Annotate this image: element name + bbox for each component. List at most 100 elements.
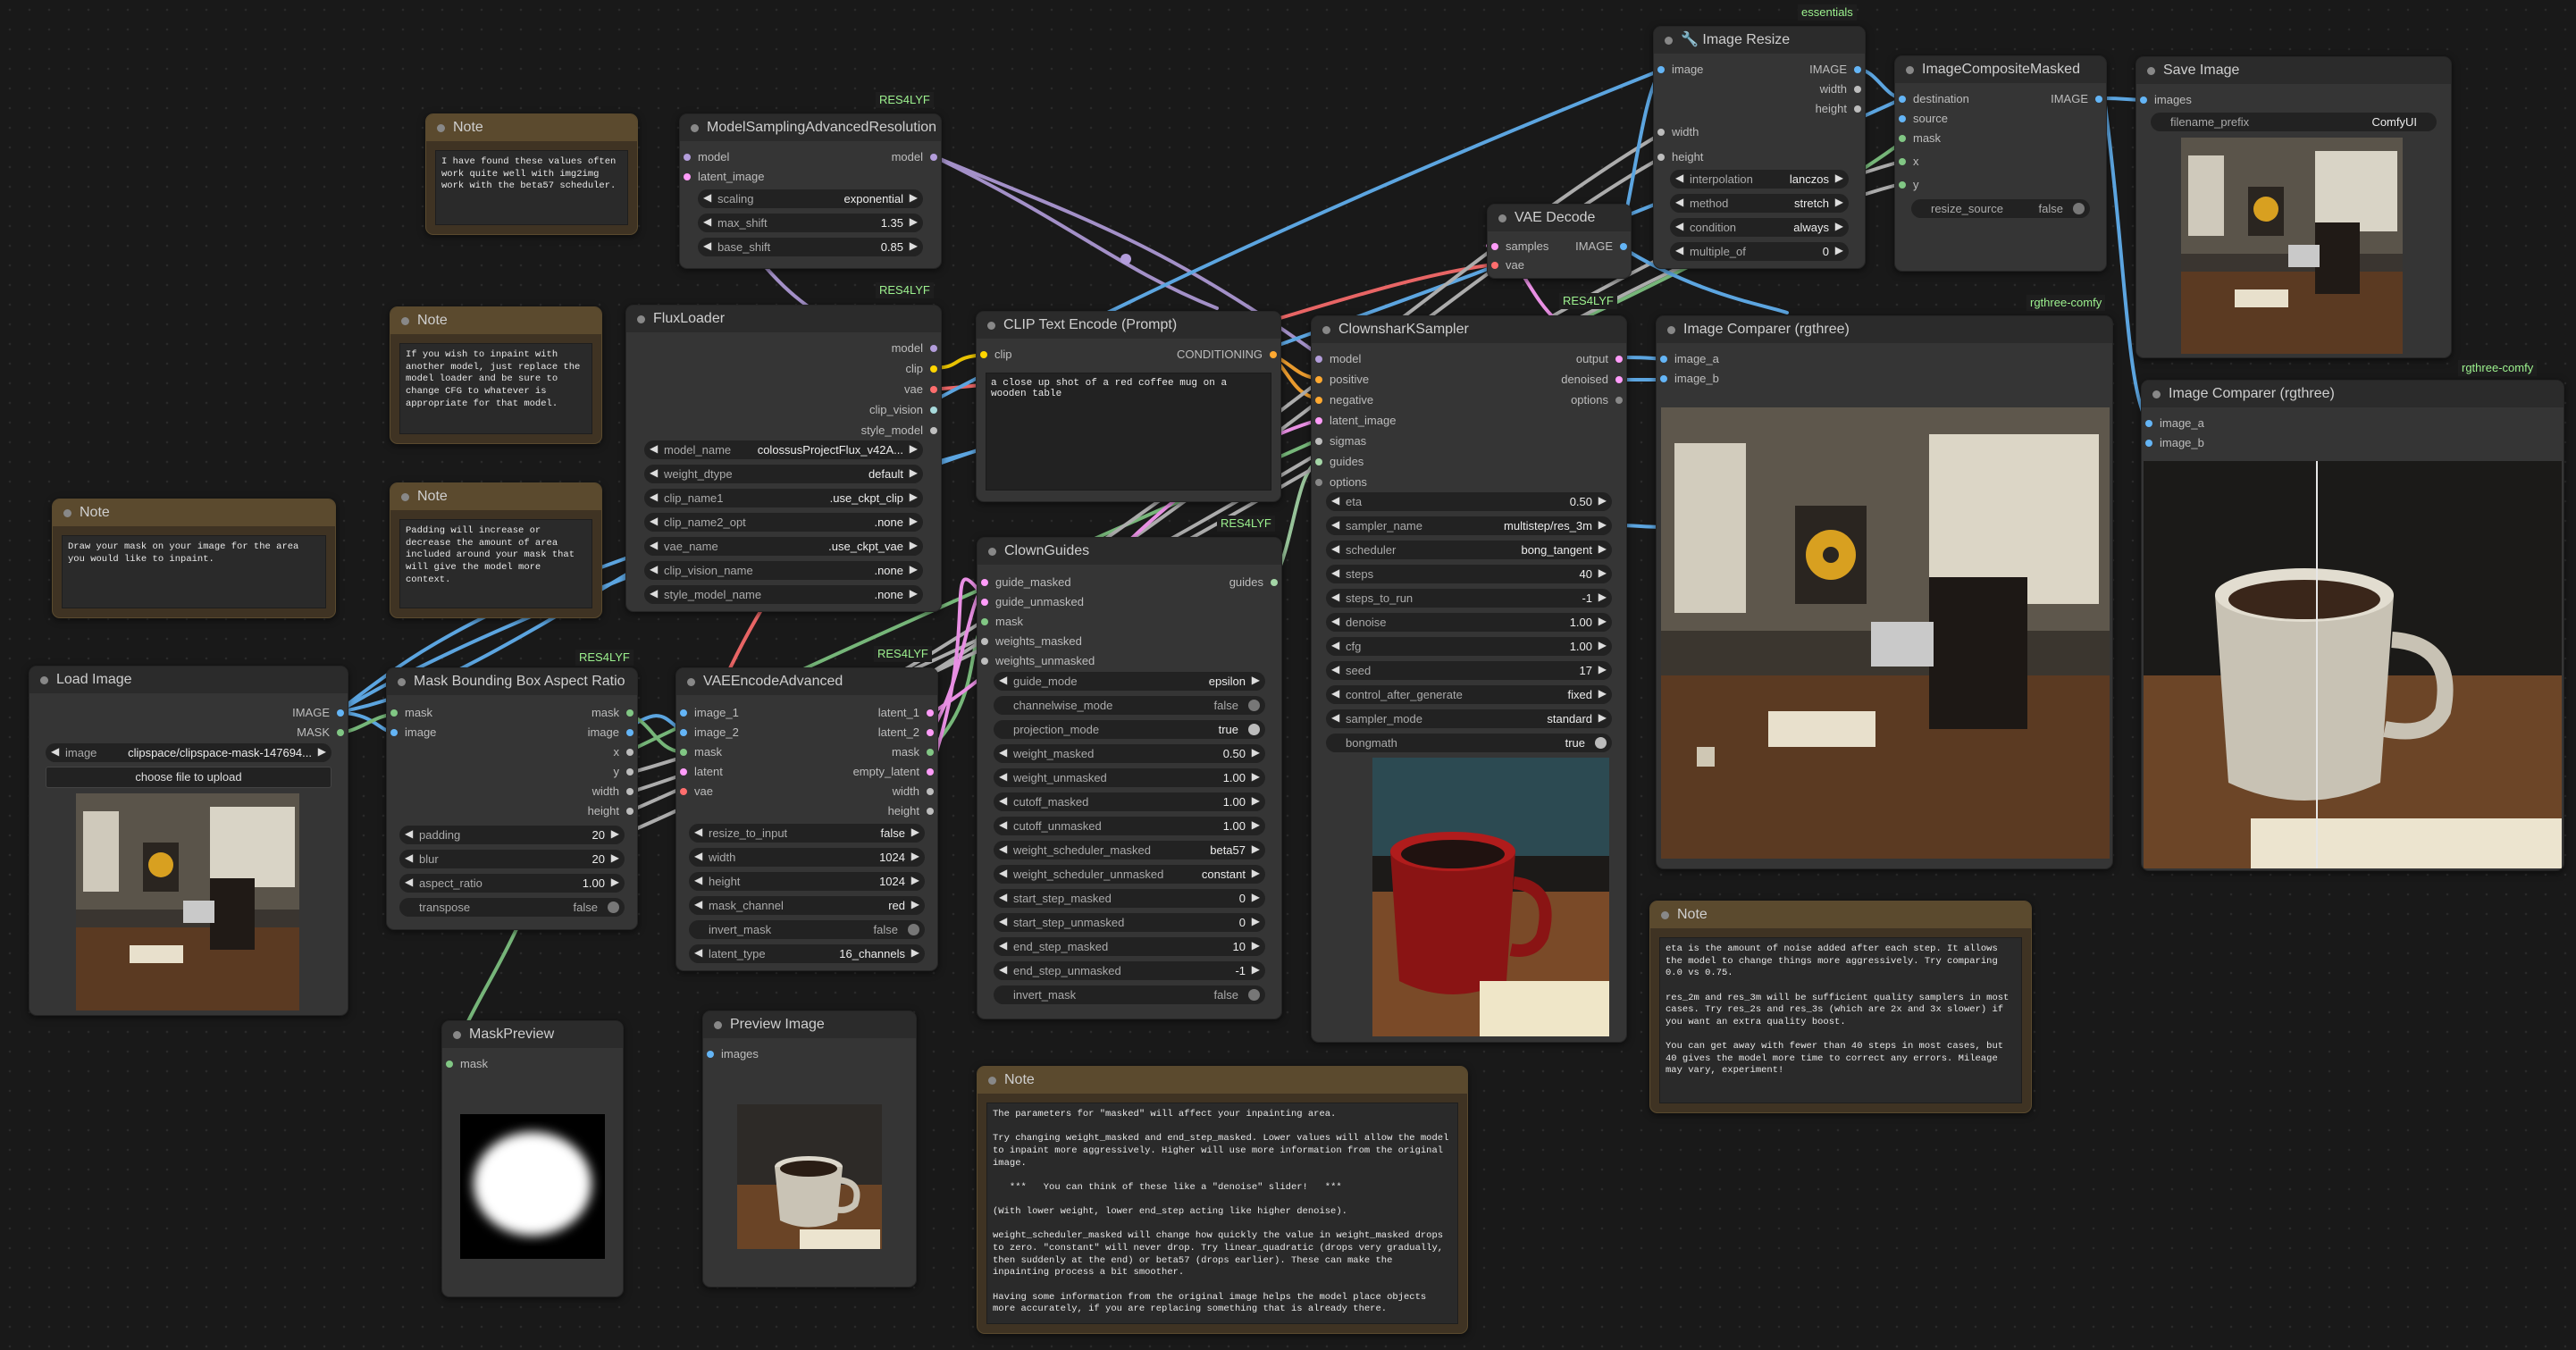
arrow-left-icon[interactable]: ◀ bbox=[999, 939, 1007, 952]
widget-scaling[interactable]: ◀ scaling exponential ▶ bbox=[698, 189, 923, 208]
input-image-b[interactable]: image_b bbox=[1657, 372, 1719, 386]
mask-bbox-node[interactable]: Mask Bounding Box Aspect Ratio mask imag… bbox=[386, 667, 638, 930]
widget-condition[interactable]: ◀ condition always ▶ bbox=[1670, 218, 1849, 237]
upload-button[interactable]: choose file to upload bbox=[46, 767, 331, 788]
arrow-right-icon[interactable]: ▶ bbox=[1252, 770, 1260, 783]
arrow-left-icon[interactable]: ◀ bbox=[1675, 220, 1683, 232]
input-weights-masked[interactable]: weights_masked bbox=[978, 634, 1082, 649]
arrow-left-icon[interactable]: ◀ bbox=[999, 891, 1007, 903]
node-title[interactable]: CLIP Text Encode (Prompt) bbox=[977, 312, 1280, 339]
arrow-right-icon[interactable]: ▶ bbox=[911, 874, 919, 886]
note-node[interactable]: Note eta is the amount of noise added af… bbox=[1649, 901, 2032, 1113]
output-denoised[interactable]: denoised bbox=[1561, 373, 1626, 387]
node-title[interactable]: Preview Image bbox=[703, 1011, 916, 1038]
arrow-right-icon[interactable]: ▶ bbox=[910, 466, 918, 479]
widget-weight-scheduler-masked[interactable]: ◀ weight_scheduler_masked beta57 ▶ bbox=[994, 841, 1265, 859]
widget-steps-to-run[interactable]: ◀ steps_to_run -1 ▶ bbox=[1326, 589, 1612, 608]
note-node[interactable]: Note If you wish to inpaint with another… bbox=[390, 306, 602, 444]
collapse-dot-icon[interactable] bbox=[1661, 911, 1669, 919]
arrow-left-icon[interactable]: ◀ bbox=[650, 587, 658, 600]
note-text[interactable]: Padding will increase or decrease the am… bbox=[399, 519, 592, 608]
node-title[interactable]: ModelSamplingAdvancedResolution bbox=[680, 114, 941, 141]
widget-weight-scheduler-unmasked[interactable]: ◀ weight_scheduler_unmasked constant ▶ bbox=[994, 865, 1265, 884]
collapse-dot-icon[interactable] bbox=[687, 678, 695, 686]
widget-start-step-unmasked[interactable]: ◀ start_step_unmasked 0 ▶ bbox=[994, 913, 1265, 932]
arrow-right-icon[interactable]: ▶ bbox=[910, 587, 918, 600]
note-text[interactable]: eta is the amount of noise added after e… bbox=[1659, 937, 2022, 1103]
save-image-node[interactable]: Save Image images filename_prefix ComfyUI bbox=[2135, 56, 2452, 358]
collapse-dot-icon[interactable] bbox=[40, 676, 48, 684]
toggle-knob-icon[interactable] bbox=[908, 924, 919, 935]
arrow-left-icon[interactable]: ◀ bbox=[694, 826, 702, 838]
input-images[interactable]: images bbox=[703, 1047, 759, 1061]
widget-guide-mode[interactable]: ◀ guide_mode epsilon ▶ bbox=[994, 672, 1265, 691]
arrow-left-icon[interactable]: ◀ bbox=[650, 563, 658, 575]
output-conditioning[interactable]: CONDITIONING bbox=[1177, 348, 1280, 362]
output-image[interactable]: IMAGE bbox=[1575, 239, 1631, 254]
output-options[interactable]: options bbox=[1571, 393, 1626, 407]
input-guides[interactable]: guides bbox=[1312, 455, 1364, 469]
output-style-model[interactable]: style_model bbox=[861, 423, 941, 438]
widget-clip-name2[interactable]: ◀ clip_name2_opt .none ▶ bbox=[644, 513, 923, 532]
input-images[interactable]: images bbox=[2136, 93, 2192, 107]
node-title[interactable]: Note bbox=[53, 499, 335, 526]
arrow-left-icon[interactable]: ◀ bbox=[51, 745, 59, 758]
arrow-right-icon[interactable]: ▶ bbox=[1835, 196, 1843, 208]
arrow-right-icon[interactable]: ▶ bbox=[910, 239, 918, 252]
vae-decode-node[interactable]: VAE Decode samples vae IMAGE bbox=[1487, 204, 1632, 279]
collapse-dot-icon[interactable] bbox=[1665, 37, 1673, 45]
widget-image[interactable]: ◀ image clipspace/clipspace-mask-147694...… bbox=[46, 743, 331, 762]
input-guide-masked[interactable]: guide_masked bbox=[978, 575, 1071, 590]
note-text[interactable]: Draw your mask on your image for the are… bbox=[62, 535, 326, 608]
input-width[interactable]: width bbox=[1654, 125, 1699, 139]
output-width[interactable]: width bbox=[592, 784, 637, 799]
collapse-dot-icon[interactable] bbox=[637, 315, 645, 323]
arrow-right-icon[interactable]: ▶ bbox=[1598, 639, 1607, 651]
node-title[interactable]: Image Comparer (rgthree) bbox=[2142, 381, 2563, 407]
node-title[interactable]: Note bbox=[390, 307, 601, 334]
node-title[interactable]: ClownsharKSampler bbox=[1312, 316, 1626, 343]
arrow-right-icon[interactable]: ▶ bbox=[1252, 818, 1260, 831]
node-title[interactable]: Save Image bbox=[2136, 57, 2451, 84]
node-title[interactable]: Note bbox=[978, 1067, 1467, 1094]
arrow-left-icon[interactable]: ◀ bbox=[1675, 172, 1683, 184]
input-options[interactable]: options bbox=[1312, 475, 1367, 490]
collapse-dot-icon[interactable] bbox=[453, 1031, 461, 1039]
toggle-knob-icon[interactable] bbox=[1248, 700, 1260, 711]
arrow-left-icon[interactable]: ◀ bbox=[1675, 244, 1683, 256]
image-composite-masked-node[interactable]: ImageCompositeMasked destination source … bbox=[1894, 55, 2107, 272]
arrow-left-icon[interactable]: ◀ bbox=[1331, 518, 1339, 531]
arrow-right-icon[interactable]: ▶ bbox=[611, 827, 619, 840]
input-negative[interactable]: negative bbox=[1312, 393, 1373, 407]
collapse-dot-icon[interactable] bbox=[1322, 326, 1330, 334]
input-mask[interactable]: mask bbox=[442, 1057, 488, 1071]
arrow-right-icon[interactable]: ▶ bbox=[1252, 939, 1260, 952]
toggle-knob-icon[interactable] bbox=[2073, 203, 2085, 214]
widget-invert-mask[interactable]: invert_mask false bbox=[689, 920, 925, 939]
collapse-dot-icon[interactable] bbox=[691, 124, 699, 132]
collapse-dot-icon[interactable] bbox=[437, 124, 445, 132]
arrow-left-icon[interactable]: ◀ bbox=[999, 843, 1007, 855]
input-latent[interactable]: latent bbox=[676, 765, 723, 779]
output-mask[interactable]: mask bbox=[592, 706, 637, 720]
output-height[interactable]: height bbox=[588, 804, 637, 818]
node-title[interactable]: ClownGuides bbox=[978, 538, 1281, 565]
arrow-right-icon[interactable]: ▶ bbox=[1252, 843, 1260, 855]
node-title[interactable]: VAEEncodeAdvanced bbox=[676, 668, 937, 695]
input-latent-image[interactable]: latent_image bbox=[680, 170, 764, 184]
toggle-knob-icon[interactable] bbox=[1248, 724, 1260, 735]
input-clip[interactable]: clip bbox=[977, 348, 1012, 362]
widget-cutoff-masked[interactable]: ◀ cutoff_masked 1.00 ▶ bbox=[994, 792, 1265, 811]
note-node[interactable]: Note Padding will increase or decrease t… bbox=[390, 482, 602, 618]
widget-start-step-masked[interactable]: ◀ start_step_masked 0 ▶ bbox=[994, 889, 1265, 908]
note-text[interactable]: The parameters for "masked" will affect … bbox=[986, 1103, 1458, 1324]
widget-height[interactable]: ◀ height 1024 ▶ bbox=[689, 872, 925, 891]
arrow-left-icon[interactable]: ◀ bbox=[703, 191, 711, 204]
arrow-left-icon[interactable]: ◀ bbox=[650, 539, 658, 551]
input-samples[interactable]: samples bbox=[1488, 239, 1548, 254]
arrow-right-icon[interactable]: ▶ bbox=[1598, 711, 1607, 724]
output-output[interactable]: output bbox=[1576, 352, 1626, 366]
arrow-right-icon[interactable]: ▶ bbox=[1598, 663, 1607, 675]
widget-latent-type[interactable]: ◀ latent_type 16_channels ▶ bbox=[689, 944, 925, 963]
collapse-dot-icon[interactable] bbox=[1906, 66, 1914, 74]
